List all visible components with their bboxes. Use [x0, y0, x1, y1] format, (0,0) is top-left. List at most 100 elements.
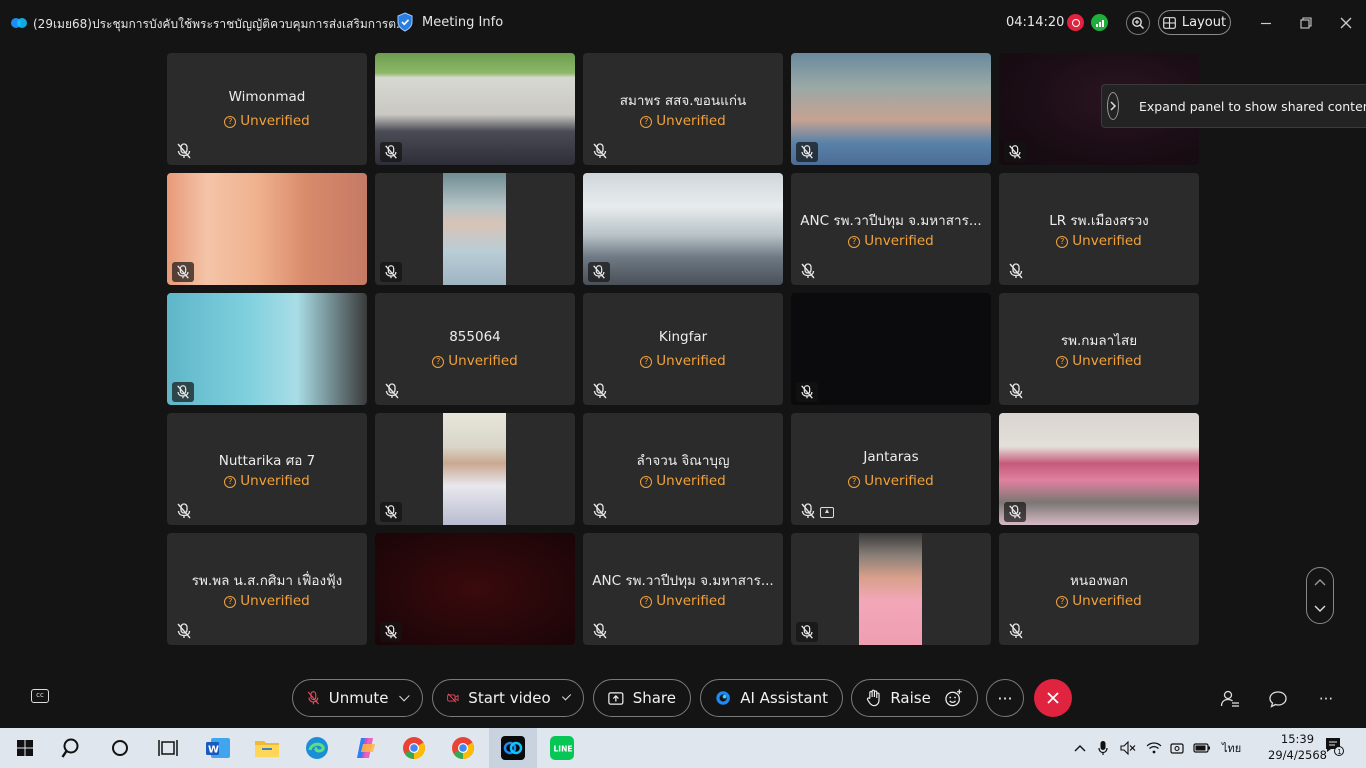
chevron-down-icon[interactable] [561, 691, 572, 701]
participant-tile[interactable]: ANC รพ.วาปีปทุม จ.มหาสาร... ? Unverified [583, 533, 783, 645]
participant-tile[interactable] [375, 413, 575, 525]
question-icon: ? [224, 116, 237, 128]
participant-tile[interactable] [375, 173, 575, 285]
participant-name: รพ.พล น.ส.กศิมา เฟื่องฟุ้ง [191, 573, 343, 589]
share-button[interactable]: Share [593, 679, 691, 717]
search-icon[interactable] [59, 735, 85, 761]
participant-video [443, 173, 506, 285]
wifi-icon[interactable] [1146, 740, 1162, 756]
participant-tile[interactable] [791, 533, 991, 645]
chevron-right-icon[interactable] [1107, 92, 1119, 120]
participant-tile[interactable]: Jantaras? Unverified [791, 413, 991, 525]
participants-icon[interactable] [1219, 688, 1241, 710]
mic-muted-icon [175, 622, 193, 640]
device-icon[interactable] [1170, 740, 1184, 756]
speaker-muted-icon[interactable] [1120, 740, 1136, 756]
participant-name: Wimonmad [228, 89, 306, 105]
participant-name: ANC รพ.วาปีปทุม จ.มหาสาร... [592, 573, 774, 589]
expand-shared-content-panel[interactable]: Expand panel to show shared content [1101, 84, 1366, 128]
windows-start-icon[interactable] [12, 735, 38, 761]
mic-muted-icon [796, 142, 818, 162]
unverified-label: Unverified [864, 233, 934, 249]
zoom-icon[interactable] [1126, 11, 1150, 35]
meeting-info-button[interactable]: Meeting Info [396, 12, 503, 32]
unverified-label: Unverified [656, 473, 726, 489]
expand-panel-label: Expand panel to show shared content [1139, 98, 1366, 114]
participant-tile[interactable]: หนองพอก? Unverified [999, 533, 1199, 645]
participant-tile[interactable]: สมาพร สสจ.ขอนแก่น? Unverified [583, 53, 783, 165]
mic-muted-icon [799, 502, 817, 520]
participant-video-tile[interactable] [999, 413, 1199, 525]
leave-meeting-button[interactable] [1034, 679, 1072, 717]
participant-tile[interactable]: Wimonmad? Unverified [167, 53, 367, 165]
closed-captions-icon[interactable]: cc [31, 689, 49, 703]
word-icon[interactable]: W [205, 735, 231, 761]
mic-muted-icon [175, 142, 193, 160]
unmute-button[interactable]: Unmute [292, 679, 423, 717]
mic-muted-icon [591, 382, 609, 400]
webex-taskbar-icon[interactable] [500, 735, 526, 761]
network-stats-icon[interactable] [1091, 14, 1108, 31]
unverified-badge: ? Unverified [167, 473, 367, 489]
participant-tile[interactable]: รพ.พล น.ส.กศิมา เฟื่องฟุ้ง? Unverified [167, 533, 367, 645]
reactions-icon[interactable] [944, 688, 963, 708]
chevron-down-icon[interactable] [399, 690, 410, 702]
unverified-badge: ? Unverified [583, 593, 783, 609]
mic-muted-icon [380, 502, 402, 522]
participant-name: หนองพอก [1069, 573, 1128, 589]
recording-icon[interactable] [1067, 14, 1084, 31]
restore-icon[interactable] [1295, 12, 1317, 34]
participant-tile[interactable]: ANC รพ.วาปีปทุม จ.มหาสาร...? Unverified [791, 173, 991, 285]
chevron-down-icon[interactable] [1314, 605, 1326, 613]
chevron-up-icon[interactable] [1074, 740, 1086, 756]
task-view-icon[interactable] [155, 735, 181, 761]
start-video-button[interactable]: Start video [432, 679, 584, 717]
question-icon: ? [848, 236, 861, 248]
notification-badge: 1 [1337, 748, 1341, 756]
participant-tile[interactable]: Kingfar? Unverified [583, 293, 783, 405]
participant-video-tile[interactable] [375, 533, 575, 645]
mic-muted-icon [1007, 622, 1025, 640]
more-options-button[interactable]: ··· [986, 679, 1024, 717]
more-panels-icon[interactable]: ··· [1315, 688, 1337, 710]
close-icon[interactable] [1335, 12, 1357, 34]
chrome-icon[interactable] [401, 735, 427, 761]
ai-assistant-button[interactable]: AI Assistant [700, 679, 843, 717]
line-app-icon[interactable]: LINE [549, 735, 575, 761]
unverified-label: Unverified [656, 593, 726, 609]
participant-video-tile[interactable] [791, 53, 991, 165]
mic-muted-icon [796, 622, 818, 642]
participant-name: สมาพร สสจ.ขอนแก่น [619, 93, 747, 109]
chat-icon[interactable] [1267, 688, 1289, 710]
participant-video-tile[interactable] [583, 173, 783, 285]
participant-video-tile[interactable] [791, 293, 991, 405]
question-icon: ? [1056, 596, 1069, 608]
chrome-profile-icon[interactable] [450, 735, 476, 761]
system-clock[interactable]: 15:39 29/4/2568 [1268, 731, 1327, 763]
microphone-icon[interactable] [1098, 740, 1108, 756]
participant-tile[interactable]: Nuttarika ศอ 7? Unverified [167, 413, 367, 525]
participant-video-tile[interactable] [375, 53, 575, 165]
copilot-icon[interactable] [352, 735, 378, 761]
mic-muted-icon [1004, 142, 1026, 162]
minimize-icon[interactable] [1255, 12, 1277, 34]
participant-video-tile[interactable] [167, 293, 367, 405]
input-language[interactable]: ไทย [1222, 740, 1241, 756]
participant-tile[interactable]: LR รพ.เมืองสรวง? Unverified [999, 173, 1199, 285]
chevron-up-icon[interactable] [1314, 578, 1326, 586]
cortana-icon[interactable] [107, 735, 133, 761]
notification-center-icon[interactable]: 1 [1324, 738, 1344, 756]
battery-icon[interactable] [1193, 740, 1211, 756]
raise-hand-button[interactable]: Raise [851, 679, 978, 717]
mic-muted-icon [796, 382, 818, 402]
edge-icon[interactable] [304, 735, 330, 761]
participant-tile[interactable]: รพ.กมลาไสย? Unverified [999, 293, 1199, 405]
unverified-label: Unverified [656, 353, 726, 369]
participant-video-tile[interactable] [167, 173, 367, 285]
unverified-badge: ? Unverified [583, 473, 783, 489]
participant-tile[interactable]: 855064? Unverified [375, 293, 575, 405]
layout-button[interactable]: Layout [1158, 10, 1231, 35]
file-explorer-icon[interactable] [254, 735, 280, 761]
page-scroller[interactable] [1306, 567, 1334, 624]
participant-tile[interactable]: ลำจวน จิณาบุญ? Unverified [583, 413, 783, 525]
